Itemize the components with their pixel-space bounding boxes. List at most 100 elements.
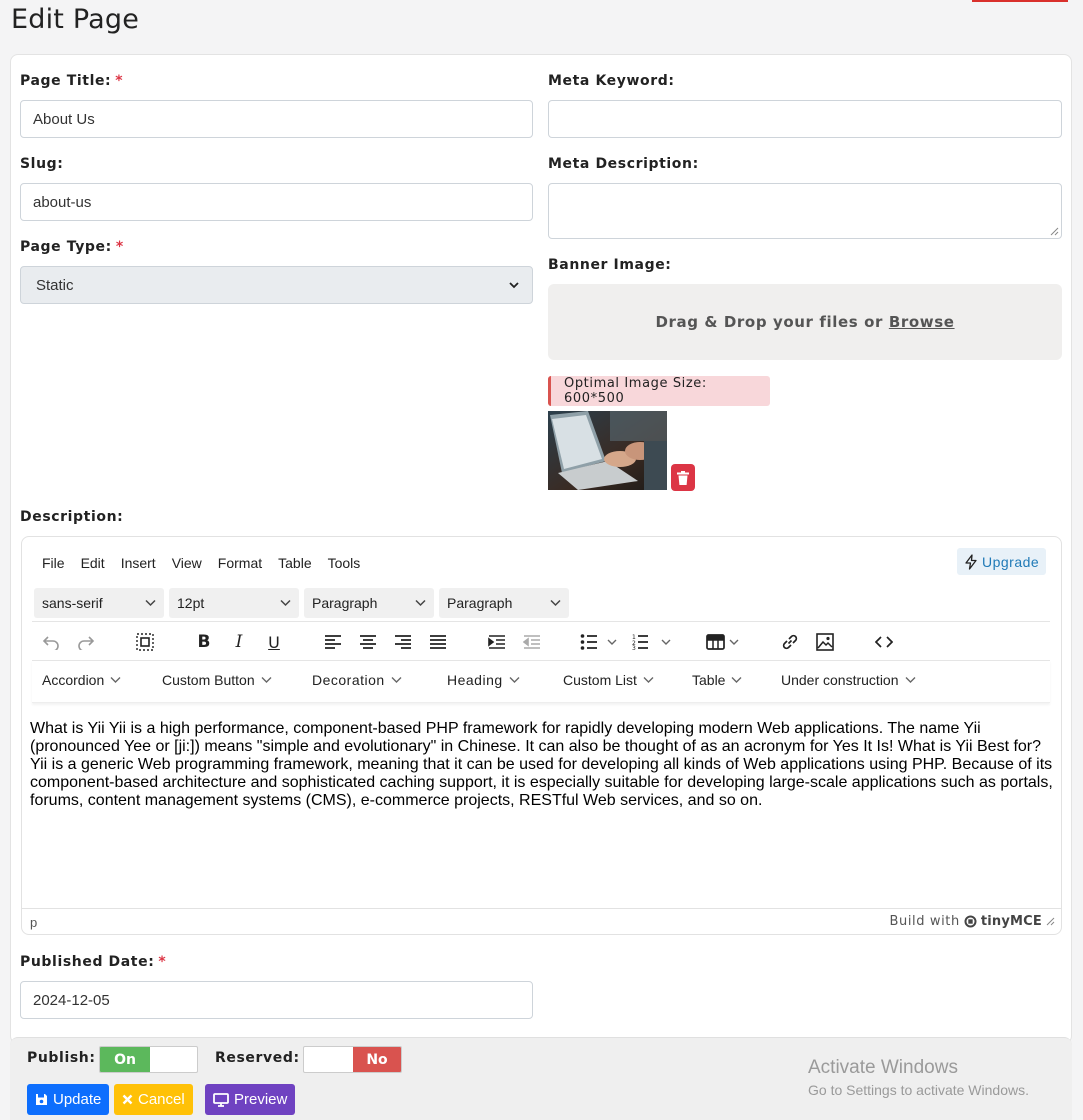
publish-toggle[interactable]: On xyxy=(99,1046,198,1073)
tinymce-branding[interactable]: Build with tinyMCE xyxy=(889,914,1055,929)
lightning-icon xyxy=(965,553,977,570)
undo-button[interactable] xyxy=(40,631,62,653)
table-menu[interactable]: Table xyxy=(692,672,742,688)
menu-view[interactable]: View xyxy=(172,555,202,571)
update-button[interactable]: Update xyxy=(27,1084,110,1115)
image-button[interactable] xyxy=(814,631,836,653)
accordion-menu[interactable]: Accordion xyxy=(42,672,121,688)
table-button[interactable] xyxy=(706,631,746,653)
rich-text-editor: File Edit Insert View Format Table Tools… xyxy=(21,536,1062,935)
element-path[interactable]: p xyxy=(30,915,37,930)
chevron-down-icon xyxy=(110,677,121,683)
chevron-down-icon xyxy=(550,599,561,607)
published-date-input[interactable]: 2024-12-05 xyxy=(20,981,533,1019)
resize-handle-icon[interactable] xyxy=(1046,917,1055,926)
page-type-select[interactable]: Static xyxy=(20,266,533,304)
underline-icon: U xyxy=(268,632,280,652)
font-size-select[interactable]: 12pt xyxy=(169,588,299,618)
chevron-down-icon xyxy=(145,599,156,607)
svg-text:3: 3 xyxy=(632,645,636,650)
image-size-hint: Optimal Image Size: 600*500 xyxy=(548,376,770,406)
redo-button[interactable] xyxy=(75,631,97,653)
align-left-icon xyxy=(325,635,341,649)
menu-table[interactable]: Table xyxy=(278,555,311,571)
published-date-label: Published Date: * xyxy=(20,954,167,970)
chevron-down-icon xyxy=(391,677,402,683)
reserved-label: Reserved: xyxy=(215,1050,300,1066)
align-left-button[interactable] xyxy=(322,631,344,653)
tinymce-logo-icon xyxy=(964,915,977,928)
numbered-list-button[interactable]: 123 xyxy=(632,631,672,653)
custom-list-menu[interactable]: Custom List xyxy=(563,672,654,688)
align-right-button[interactable] xyxy=(392,631,414,653)
link-button[interactable] xyxy=(779,631,801,653)
block-format-select[interactable]: Paragraph xyxy=(304,588,434,618)
font-family-select[interactable]: sans-serif xyxy=(34,588,164,618)
align-right-icon xyxy=(395,635,411,649)
under-construction-menu[interactable]: Under construction xyxy=(781,672,916,688)
redo-icon xyxy=(78,636,95,650)
decoration-menu[interactable]: Decoration xyxy=(312,672,402,688)
menu-edit[interactable]: Edit xyxy=(81,555,105,571)
bullet-list-icon xyxy=(580,634,617,650)
justify-icon xyxy=(430,635,446,649)
custom-toolbar: Accordion Custom Button Decoration Headi… xyxy=(32,660,1050,703)
outdent-button[interactable] xyxy=(521,631,543,653)
reserved-toggle[interactable]: No xyxy=(303,1046,402,1073)
page-title-input[interactable]: About Us xyxy=(20,100,533,138)
menu-insert[interactable]: Insert xyxy=(121,555,156,571)
menu-file[interactable]: File xyxy=(42,555,65,571)
activate-windows-watermark: Activate Windows Go to Settings to activ… xyxy=(808,1057,1029,1098)
justify-button[interactable] xyxy=(427,631,449,653)
menu-tools[interactable]: Tools xyxy=(328,555,361,571)
select-all-icon xyxy=(136,633,154,651)
save-icon xyxy=(36,1094,47,1105)
banner-dropzone[interactable]: Drag & Drop your files or Browse xyxy=(548,284,1062,360)
publish-label: Publish: xyxy=(27,1050,96,1066)
banner-thumbnail xyxy=(548,411,667,490)
bullet-list-button[interactable] xyxy=(580,631,620,653)
italic-icon: I xyxy=(235,632,243,652)
editor-content[interactable]: What is Yii Yii is a high performance, c… xyxy=(30,720,1056,810)
publish-on-state: On xyxy=(100,1047,150,1072)
indent-button[interactable] xyxy=(486,631,508,653)
bold-button[interactable]: B xyxy=(193,631,215,653)
chevron-down-icon xyxy=(261,677,272,683)
chevron-down-icon xyxy=(905,677,916,683)
monitor-icon xyxy=(213,1092,229,1107)
cancel-button[interactable]: Cancel xyxy=(114,1084,193,1115)
meta-keyword-input[interactable] xyxy=(548,100,1062,138)
description-label: Description: xyxy=(20,509,124,525)
page-type-label: Page Type: * xyxy=(20,239,124,255)
chevron-down-icon xyxy=(509,677,520,683)
preview-button[interactable]: Preview xyxy=(205,1084,296,1115)
slug-input[interactable]: about-us xyxy=(20,183,533,221)
align-center-button[interactable] xyxy=(357,631,379,653)
custom-button-menu[interactable]: Custom Button xyxy=(162,672,272,688)
heading-menu[interactable]: Heading xyxy=(447,672,520,688)
resize-handle-icon[interactable] xyxy=(1050,227,1059,236)
menu-format[interactable]: Format xyxy=(218,555,262,571)
meta-description-label: Meta Description: xyxy=(548,156,699,172)
chevron-down-icon xyxy=(415,599,426,607)
meta-description-textarea[interactable] xyxy=(548,183,1062,239)
chevron-down-icon xyxy=(509,282,519,289)
browse-link[interactable]: Browse xyxy=(889,313,955,331)
code-icon xyxy=(875,636,893,648)
page-title-label: Page Title: * xyxy=(20,73,124,89)
italic-button[interactable]: I xyxy=(228,631,250,653)
outdent-icon xyxy=(523,635,540,649)
slug-label: Slug: xyxy=(20,156,64,172)
upgrade-button[interactable]: Upgrade xyxy=(957,548,1047,575)
select-all-button[interactable] xyxy=(134,631,156,653)
formatting-toolbar: B I U 123 xyxy=(32,621,1050,660)
indent-icon xyxy=(488,635,505,649)
image-icon xyxy=(816,633,834,651)
delete-image-button[interactable] xyxy=(671,464,695,491)
chevron-down-icon xyxy=(643,677,654,683)
paragraph-style-select[interactable]: Paragraph xyxy=(439,588,569,618)
underline-button[interactable]: U xyxy=(263,631,285,653)
source-code-button[interactable] xyxy=(873,631,895,653)
chevron-down-icon xyxy=(731,677,742,683)
reserved-no-state: No xyxy=(353,1047,401,1072)
